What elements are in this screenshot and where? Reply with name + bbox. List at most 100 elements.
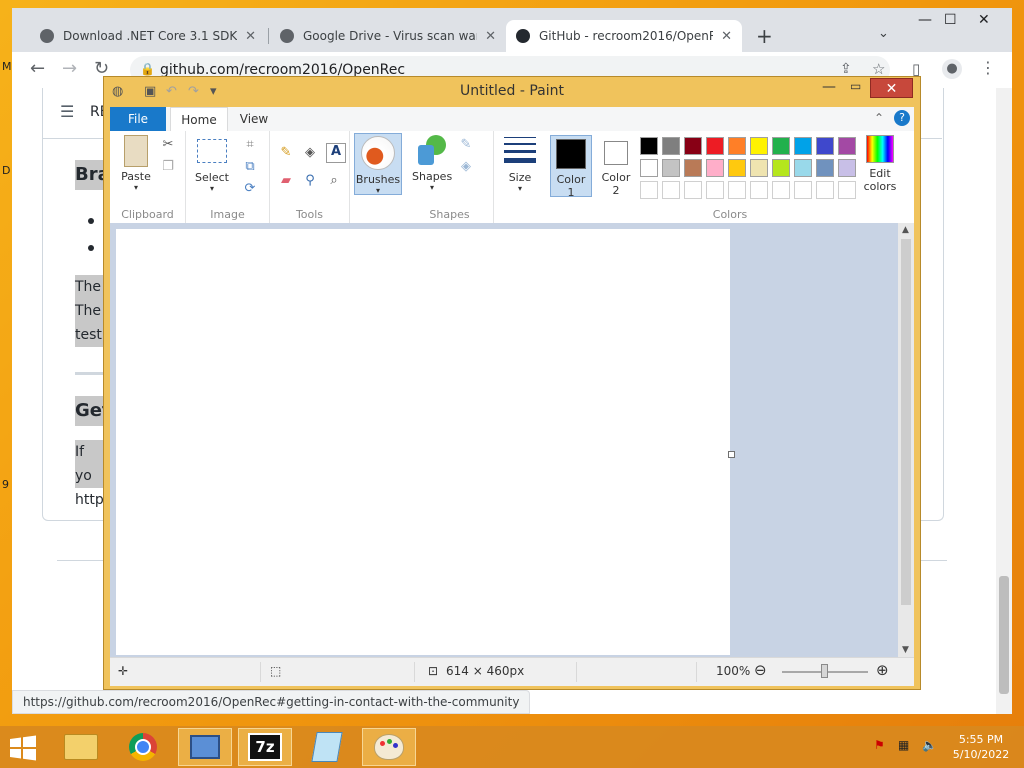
custom-color-slot[interactable]: [772, 181, 790, 199]
palette-swatch[interactable]: [706, 159, 724, 177]
shapes-button[interactable]: Shapes ▾: [412, 135, 452, 192]
paste-button[interactable]: Paste ▾: [116, 135, 156, 192]
menu-kebab-icon[interactable]: ⋮: [980, 58, 996, 77]
group-label-image: Image: [210, 208, 245, 221]
new-tab-button[interactable]: +: [756, 24, 773, 48]
palette-swatch[interactable]: [662, 159, 680, 177]
custom-color-slot[interactable]: [728, 181, 746, 199]
remote-desktop-icon[interactable]: [178, 728, 232, 766]
color-picker-icon[interactable]: ⚲: [302, 173, 318, 189]
forward-arrow-icon[interactable]: →: [62, 58, 77, 79]
palette-swatch[interactable]: [750, 137, 768, 155]
tab-google-drive[interactable]: Google Drive - Virus scan warnin ✕: [270, 20, 506, 52]
back-arrow-icon[interactable]: ←: [30, 58, 45, 79]
tab-dotnet[interactable]: Download .NET Core 3.1 SDK (v3 ✕: [30, 20, 266, 52]
close-window-icon[interactable]: ✕: [978, 12, 990, 28]
start-windows-icon[interactable]: [8, 735, 38, 761]
custom-color-slot[interactable]: [662, 181, 680, 199]
palette-swatch[interactable]: [816, 137, 834, 155]
help-icon[interactable]: ?: [894, 110, 910, 126]
tab-search-chevron-icon[interactable]: ⌄: [878, 26, 889, 41]
chrome-icon[interactable]: [116, 728, 170, 766]
group-label-shapes: Shapes: [429, 208, 470, 221]
rotate-icon[interactable]: ⟳: [242, 181, 258, 197]
lock-icon[interactable]: 🔒: [140, 62, 155, 76]
network-icon[interactable]: ▦: [898, 738, 909, 752]
paint-titlebar[interactable]: ◍ ▣ ↶ ↷ ▾ Untitled - Paint — ▭ ✕: [104, 77, 920, 106]
custom-color-slot[interactable]: [838, 181, 856, 199]
fill-icon[interactable]: ◈: [458, 159, 474, 175]
paragraph-line[interactable]: http: [75, 488, 104, 512]
palette-swatch[interactable]: [640, 159, 658, 177]
copy-icon[interactable]: ❐: [160, 159, 176, 175]
scroll-up-icon[interactable]: ▲: [902, 225, 909, 235]
canvas-scrollbar-thumb[interactable]: [901, 239, 911, 605]
7zip-icon[interactable]: 7z: [238, 728, 292, 766]
zoom-in-icon[interactable]: ⊕: [876, 661, 889, 679]
resize-icon[interactable]: ⧉: [242, 159, 258, 175]
palette-swatch[interactable]: [794, 137, 812, 155]
size-button[interactable]: Size ▾: [500, 137, 540, 193]
fill-bucket-icon[interactable]: ◈: [302, 145, 318, 161]
custom-color-slot[interactable]: [816, 181, 834, 199]
close-icon[interactable]: ✕: [870, 78, 913, 98]
system-clock[interactable]: 5:55 PM 5/10/2022: [950, 732, 1012, 762]
color2-button[interactable]: Color 2: [596, 135, 636, 197]
custom-color-slot[interactable]: [706, 181, 724, 199]
palette-swatch[interactable]: [684, 159, 702, 177]
close-tab-icon[interactable]: ✕: [485, 29, 496, 44]
drawing-canvas[interactable]: [116, 229, 730, 655]
magnifier-icon[interactable]: ⌕: [326, 173, 342, 189]
custom-color-slot[interactable]: [750, 181, 768, 199]
page-scrollbar-thumb[interactable]: [999, 576, 1009, 694]
palette-swatch[interactable]: [728, 159, 746, 177]
scroll-down-icon[interactable]: ▼: [902, 645, 909, 655]
profile-avatar-icon[interactable]: ●: [942, 59, 962, 79]
pencil-icon[interactable]: ✎: [278, 145, 294, 161]
notepad-icon[interactable]: [300, 728, 354, 766]
file-explorer-icon[interactable]: [54, 728, 108, 766]
crop-icon[interactable]: ⌗: [242, 137, 258, 153]
zoom-out-icon[interactable]: ⊖: [754, 661, 767, 679]
select-button[interactable]: Select ▾: [192, 135, 232, 193]
tab-home[interactable]: Home: [170, 107, 228, 131]
palette-swatch[interactable]: [750, 159, 768, 177]
collapse-ribbon-icon[interactable]: ⌃: [874, 111, 884, 125]
palette-swatch[interactable]: [838, 137, 856, 155]
palette-swatch[interactable]: [772, 159, 790, 177]
palette-swatch[interactable]: [662, 137, 680, 155]
edit-colors-button[interactable]: Edit colors: [858, 135, 902, 193]
minimize-icon[interactable]: —: [822, 79, 836, 95]
volume-muted-icon[interactable]: 🔈: [922, 738, 937, 752]
zoom-slider-thumb[interactable]: [821, 664, 828, 678]
maximize-icon[interactable]: ▭: [850, 79, 861, 93]
outline-icon[interactable]: ✎: [458, 137, 474, 153]
palette-swatch[interactable]: [706, 137, 724, 155]
text-tool-icon[interactable]: A: [326, 143, 346, 163]
custom-color-slot[interactable]: [794, 181, 812, 199]
color1-button[interactable]: Color 1: [550, 135, 592, 199]
palette-swatch[interactable]: [794, 159, 812, 177]
palette-swatch[interactable]: [684, 137, 702, 155]
action-center-flag-icon[interactable]: ⚑: [874, 738, 885, 752]
paint-icon[interactable]: [362, 728, 416, 766]
cut-icon[interactable]: ✂: [160, 137, 176, 153]
palette-swatch[interactable]: [640, 137, 658, 155]
brushes-button[interactable]: Brushes ▾: [354, 133, 402, 195]
palette-swatch[interactable]: [728, 137, 746, 155]
share-icon[interactable]: ⇪: [840, 61, 852, 77]
close-tab-icon[interactable]: ✕: [721, 29, 732, 44]
palette-swatch[interactable]: [838, 159, 856, 177]
custom-color-slot[interactable]: [684, 181, 702, 199]
eraser-icon[interactable]: ▰: [278, 173, 294, 189]
palette-swatch[interactable]: [816, 159, 834, 177]
minimize-icon[interactable]: —: [918, 12, 932, 28]
close-tab-icon[interactable]: ✕: [245, 29, 256, 44]
tab-file[interactable]: File: [110, 107, 166, 131]
tab-github[interactable]: GitHub - recroom2016/OpenRec ✕: [506, 20, 742, 52]
palette-swatch[interactable]: [772, 137, 790, 155]
tab-view[interactable]: View: [234, 107, 274, 131]
maximize-icon[interactable]: ☐: [944, 12, 957, 28]
canvas-resize-handle[interactable]: [728, 451, 735, 458]
custom-color-slot[interactable]: [640, 181, 658, 199]
